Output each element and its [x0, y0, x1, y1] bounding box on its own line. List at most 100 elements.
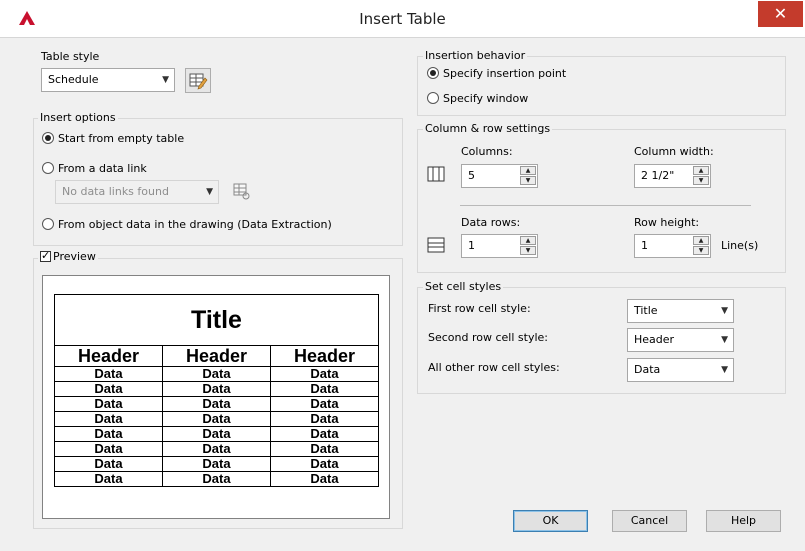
preview-panel: Title Header Header Header Data Data Data … — [42, 275, 390, 519]
first-row-style-value: Title — [634, 304, 658, 317]
data-rows-value: 1 — [468, 239, 475, 252]
second-row-style-label: Second row cell style: — [428, 331, 548, 344]
spin-down-icon[interactable]: ▼ — [520, 246, 536, 255]
other-rows-style-select[interactable]: Data ▼ — [627, 358, 734, 382]
preview-data-cell: Data — [54, 411, 163, 427]
specify-window-label: Specify window — [443, 92, 529, 105]
radio-unselected-icon — [427, 92, 439, 104]
first-row-style-select[interactable]: Title ▼ — [627, 299, 734, 323]
preview-data-cell: Data — [270, 366, 379, 382]
preview-data-cell: Data — [270, 411, 379, 427]
checkbox-checked-icon — [40, 249, 51, 263]
column-width-spinner[interactable]: 2 1/2" ▲ ▼ — [634, 164, 711, 188]
ok-button[interactable]: OK — [513, 510, 588, 532]
preview-header-cell: Header — [162, 345, 271, 367]
spin-down-icon[interactable]: ▼ — [693, 176, 709, 185]
spin-down-icon[interactable]: ▼ — [520, 176, 536, 185]
table-style-dialog-button[interactable] — [185, 68, 211, 93]
preview-data-cell: Data — [54, 441, 163, 457]
chevron-down-icon: ▼ — [721, 306, 728, 316]
preview-data-cell: Data — [270, 456, 379, 472]
chevron-down-icon: ▼ — [162, 75, 169, 85]
specify-point-label: Specify insertion point — [443, 67, 567, 80]
second-row-style-select[interactable]: Header ▼ — [627, 328, 734, 352]
specify-point-radio[interactable]: Specify insertion point — [427, 66, 566, 82]
preview-data-cell: Data — [162, 441, 271, 457]
data-rows-spinner[interactable]: 1 ▲ ▼ — [461, 234, 538, 258]
insertion-behavior-legend: Insertion behavior — [423, 49, 528, 63]
cell-styles-legend: Set cell styles — [423, 280, 504, 294]
divider — [460, 205, 751, 206]
chevron-down-icon: ▼ — [721, 335, 728, 345]
preview-data-cell: Data — [270, 396, 379, 412]
preview-data-cell: Data — [54, 366, 163, 382]
cancel-button[interactable]: Cancel — [612, 510, 687, 532]
preview-data-cell: Data — [270, 381, 379, 397]
data-link-value: No data links found — [62, 185, 169, 198]
preview-header-cell: Header — [54, 345, 163, 367]
preview-data-cell: Data — [270, 441, 379, 457]
spin-down-icon[interactable]: ▼ — [693, 246, 709, 255]
from-data-link-radio[interactable]: From a data link — [42, 161, 147, 177]
columns-label: Columns: — [461, 145, 513, 158]
preview-data-cell: Data — [270, 426, 379, 442]
start-empty-label: Start from empty table — [58, 132, 185, 145]
preview-data-cell: Data — [162, 426, 271, 442]
spin-up-icon[interactable]: ▲ — [520, 236, 536, 245]
title-bar: Insert Table ✕ — [0, 0, 805, 38]
data-rows-label: Data rows: — [461, 216, 521, 229]
from-object-data-label: From object data in the drawing (Data Ex… — [58, 218, 332, 231]
preview-header-cell: Header — [270, 345, 379, 367]
preview-data-cell: Data — [162, 396, 271, 412]
preview-data-cell: Data — [54, 426, 163, 442]
other-rows-style-value: Data — [634, 363, 661, 376]
column-width-value: 2 1/2" — [641, 169, 675, 182]
data-link-select[interactable]: No data links found ▼ — [55, 180, 219, 204]
row-height-value: 1 — [641, 239, 648, 252]
column-row-legend: Column & row settings — [423, 122, 553, 136]
row-height-spinner[interactable]: 1 ▲ ▼ — [634, 234, 711, 258]
preview-checkbox[interactable]: Preview — [38, 249, 98, 264]
radio-unselected-icon — [42, 218, 54, 230]
radio-selected-icon — [42, 132, 54, 144]
preview-table: Title Header Header Header Data Data Data … — [54, 294, 379, 487]
close-button[interactable]: ✕ — [758, 1, 803, 27]
preview-data-cell: Data — [270, 471, 379, 487]
row-height-label: Row height: — [634, 216, 700, 229]
table-edit-icon — [189, 73, 208, 90]
preview-data-cell: Data — [162, 411, 271, 427]
preview-data-cell: Data — [162, 471, 271, 487]
first-row-style-label: First row cell style: — [428, 302, 531, 315]
columns-spinner[interactable]: 5 ▲ ▼ — [461, 164, 538, 188]
second-row-style-value: Header — [634, 333, 675, 346]
table-style-label: Table style — [41, 50, 100, 63]
chevron-down-icon: ▼ — [206, 187, 213, 197]
radio-unselected-icon — [42, 162, 54, 174]
other-rows-style-label: All other row cell styles: — [428, 361, 560, 374]
preview-data-cell: Data — [162, 381, 271, 397]
rows-icon — [427, 237, 445, 253]
columns-icon — [427, 166, 445, 182]
chevron-down-icon: ▼ — [721, 365, 728, 375]
column-width-label: Column width: — [634, 145, 714, 158]
insert-options-legend: Insert options — [38, 111, 118, 125]
preview-data-cell: Data — [54, 381, 163, 397]
help-button[interactable]: Help — [706, 510, 781, 532]
data-link-icon — [233, 183, 250, 200]
window-title: Insert Table — [359, 10, 446, 28]
preview-data-cell: Data — [162, 456, 271, 472]
table-style-select[interactable]: Schedule ▼ — [41, 68, 175, 92]
insertion-behavior-group — [417, 56, 786, 116]
from-object-data-radio[interactable]: From object data in the drawing (Data Ex… — [42, 217, 332, 233]
spin-up-icon[interactable]: ▲ — [693, 166, 709, 175]
columns-value: 5 — [468, 169, 475, 182]
radio-selected-icon — [427, 67, 439, 79]
spin-up-icon[interactable]: ▲ — [693, 236, 709, 245]
row-height-unit: Line(s) — [721, 239, 759, 252]
start-empty-radio[interactable]: Start from empty table — [42, 131, 184, 147]
specify-window-radio[interactable]: Specify window — [427, 91, 528, 107]
table-style-value: Schedule — [48, 73, 99, 86]
preview-data-cell: Data — [54, 456, 163, 472]
data-link-manager-button[interactable] — [230, 180, 252, 202]
spin-up-icon[interactable]: ▲ — [520, 166, 536, 175]
